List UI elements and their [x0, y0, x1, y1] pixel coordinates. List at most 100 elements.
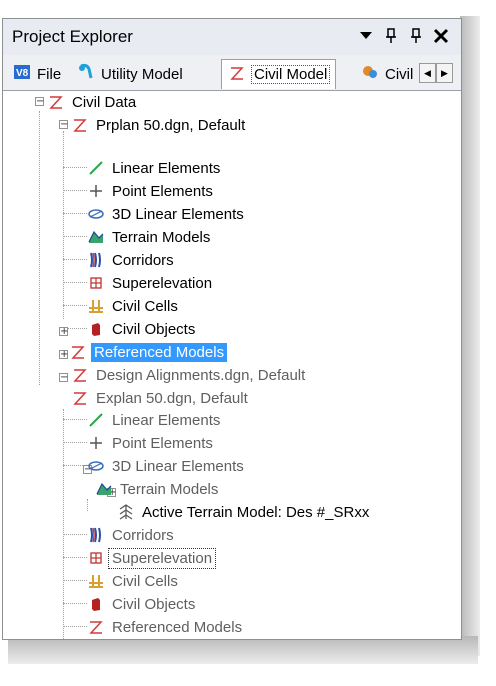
civil-cell-icon: [87, 297, 105, 315]
tree-line: [63, 442, 87, 443]
terrain-model-icon: [87, 228, 105, 246]
window-shadow-right: [460, 16, 480, 656]
tree-line: [63, 282, 87, 283]
tree-item-referenced-models[interactable]: Referenced Models: [69, 341, 228, 363]
tree-item-design-alignments-dgn[interactable]: Design Alignments.dgn, Default: [71, 364, 308, 386]
tree-item-point-elements[interactable]: Point Elements: [87, 180, 216, 202]
tree-line: [63, 259, 87, 260]
window-title: Project Explorer: [12, 27, 133, 46]
title-bar[interactable]: Project Explorer: [3, 19, 461, 55]
civil-cell-icon: [87, 572, 105, 590]
superelevation-icon: [87, 549, 105, 567]
tree-item-label: Corridors: [112, 251, 174, 269]
tree-item-label: Terrain Models: [120, 480, 219, 498]
tree-item-civil-cells[interactable]: Civil Cells: [87, 570, 181, 592]
tree-item-superelevation[interactable]: Superelevation: [87, 547, 217, 569]
pin-icon[interactable]: [408, 25, 424, 47]
tree-item-label: Terrain Models: [112, 228, 211, 246]
tree-item-civil-objects[interactable]: Civil Objects: [87, 318, 198, 340]
tab-civil[interactable]: Civil: [361, 61, 413, 87]
3d-linear-icon: [87, 457, 105, 475]
tree-item-label: Civil Cells: [112, 297, 178, 315]
3d-linear-icon: [87, 205, 105, 223]
tree-item-civil-data[interactable]: Civil Data: [47, 91, 139, 113]
tree-item-label: Active Terrain Model: Des #_SRxx: [142, 503, 370, 521]
civil-icon: [361, 63, 379, 85]
tree-item-label: Superelevation: [107, 547, 217, 569]
point-element-icon: [87, 182, 105, 200]
tab-file-label: File: [37, 65, 62, 83]
civil-model-icon: [71, 389, 89, 407]
tree-item-linear-elements[interactable]: Linear Elements: [87, 157, 223, 179]
tree-line: [63, 534, 87, 535]
tree-line: [63, 626, 87, 627]
superelevation-icon: [87, 274, 105, 292]
tree-item-corridors[interactable]: Corridors: [87, 524, 177, 546]
tree-line: [63, 236, 87, 237]
tree-line: [63, 419, 87, 420]
linear-element-icon: [87, 159, 105, 177]
corridor-icon: [87, 526, 105, 544]
tree-item-label: Point Elements: [112, 434, 213, 452]
tree-item-point-elements[interactable]: Point Elements: [87, 432, 216, 454]
tree-item-terrain-models[interactable]: Terrain Models: [87, 226, 213, 248]
tree-item-label: Linear Elements: [112, 159, 221, 177]
active-terrain-icon: [117, 503, 135, 521]
collapse-toggle[interactable]: −: [59, 120, 68, 130]
tree-line: [87, 499, 88, 511]
dropdown-icon[interactable]: [358, 25, 374, 47]
tree-item-terrain-models[interactable]: Terrain Models: [95, 478, 221, 500]
civil-model-icon: [47, 93, 65, 111]
tree-item-3d-linear-elements[interactable]: 3D Linear Elements: [87, 455, 247, 477]
tree-item-label: Superelevation: [112, 274, 213, 292]
pin-icon[interactable]: [383, 25, 399, 47]
tree-item-civil-objects[interactable]: Civil Objects: [87, 593, 198, 615]
tree-item-label: Referenced Models: [112, 618, 243, 636]
civil-model-icon: [87, 618, 105, 636]
tree-item-explan-dgn[interactable]: Explan 50.dgn, Default: [71, 387, 251, 409]
civil-object-icon: [87, 595, 105, 613]
tree-line: [39, 111, 40, 385]
tab-civil-model[interactable]: Civil Model: [221, 59, 337, 89]
title-buttons: [358, 25, 449, 47]
project-tree[interactable]: − − + + − − + Civil Data Prplan 50.dgn, …: [3, 91, 461, 639]
tree-line: [63, 409, 64, 639]
expand-toggle[interactable]: +: [59, 327, 68, 337]
collapse-toggle[interactable]: −: [59, 373, 68, 383]
tree-item-label: Explan 50.dgn, Default: [96, 389, 248, 407]
tree-item-referenced-models[interactable]: Referenced Models: [87, 616, 245, 638]
window-shadow-bottom: [8, 636, 478, 664]
tree-item-label: Linear Elements: [112, 411, 221, 429]
tree-item-active-terrain-model[interactable]: Active Terrain Model: Des #_SRxx: [117, 501, 372, 523]
tab-scroll-arrows: ◀ ▶: [419, 63, 453, 83]
linear-element-icon: [87, 411, 105, 429]
collapse-toggle[interactable]: −: [35, 97, 44, 107]
civil-object-icon: [87, 320, 105, 338]
tree-item-label: Civil Data: [72, 93, 137, 111]
tab-scroll-right-button[interactable]: ▶: [436, 63, 453, 83]
tab-scroll-left-button[interactable]: ◀: [419, 63, 436, 83]
tree-item-label: Point Elements: [112, 182, 213, 200]
tree-item-prplan-dgn[interactable]: Prplan 50.dgn, Default: [71, 114, 248, 136]
expand-toggle[interactable]: +: [59, 350, 68, 360]
tab-utility-model[interactable]: Utility Model: [77, 61, 183, 87]
tree-item-linear-elements[interactable]: Linear Elements: [87, 409, 223, 431]
tree-item-corridors[interactable]: Corridors: [87, 249, 177, 271]
close-icon[interactable]: [433, 25, 449, 47]
tree-item-label: Civil Cells: [112, 572, 178, 590]
tree-item-label: Corridors: [112, 526, 174, 544]
point-element-icon: [87, 434, 105, 452]
tab-file[interactable]: V8 File: [13, 61, 61, 87]
tree-item-3d-linear-elements[interactable]: 3D Linear Elements: [87, 203, 247, 225]
tree-item-label: Design Alignments.dgn, Default: [96, 366, 306, 384]
tree-line: [63, 213, 87, 214]
corridor-icon: [87, 251, 105, 269]
tree-item-superelevation[interactable]: Superelevation: [87, 272, 215, 294]
tree-line: [63, 190, 87, 191]
tree-line: [63, 167, 87, 168]
tree-item-civil-cells[interactable]: Civil Cells: [87, 295, 181, 317]
tree-item-label: 3D Linear Elements: [112, 205, 244, 223]
tree-item-label: 3D Linear Elements: [112, 457, 244, 475]
tab-civil-model-label: Civil Model: [250, 65, 331, 84]
tree-line: [63, 557, 87, 558]
